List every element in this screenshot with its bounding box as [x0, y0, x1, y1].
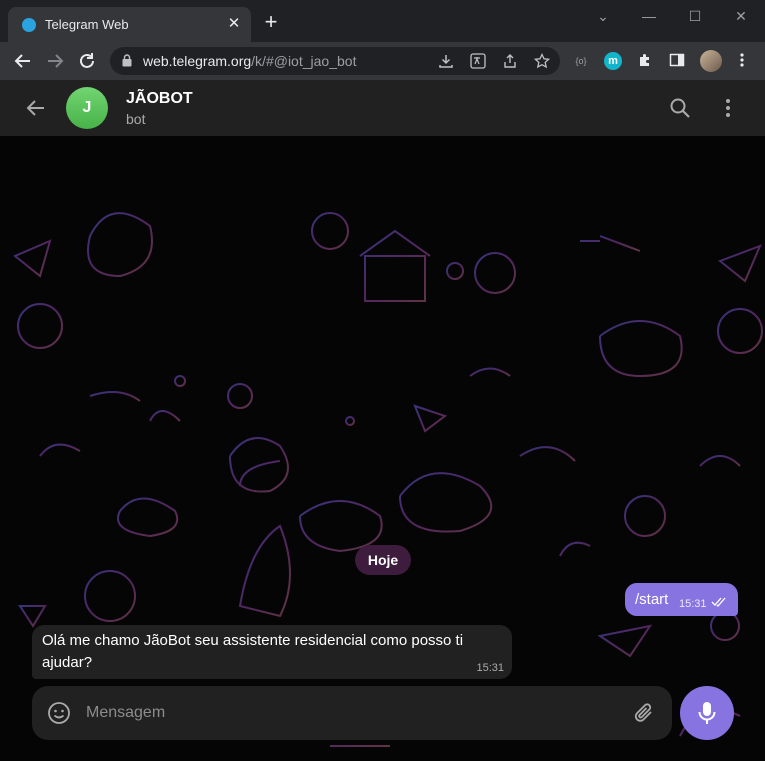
message-text: /start — [635, 591, 669, 608]
chat-background: Hoje /start 15:31 Olá me chamo JãoBot se… — [0, 136, 765, 761]
search-icon[interactable] — [668, 96, 692, 120]
extension-generic-icon[interactable]: {o} — [572, 52, 590, 70]
menu-kebab-icon[interactable] — [733, 52, 751, 70]
bookmark-star-icon[interactable] — [533, 52, 551, 69]
close-window-button[interactable]: ✕ — [730, 6, 752, 26]
message-input[interactable] — [86, 698, 606, 728]
message-composer — [32, 686, 672, 740]
reload-icon[interactable] — [76, 50, 98, 72]
tab-close-icon[interactable]: ✕ — [226, 16, 242, 32]
extension-m-icon[interactable]: m — [604, 52, 622, 70]
new-tab-button[interactable]: + — [262, 11, 280, 33]
chat-header: J JÃOBOT bot — [0, 80, 765, 136]
message-text: Olá me chamo JãoBot seu assistente resid… — [42, 632, 464, 671]
emoji-icon[interactable] — [47, 701, 71, 725]
minimize-button[interactable]: — — [638, 6, 660, 26]
lock-icon[interactable] — [122, 54, 132, 67]
share-icon[interactable] — [502, 53, 518, 69]
back-arrow-icon[interactable] — [24, 96, 48, 120]
url-text[interactable]: web.telegram.org/k/#@iot_jao_bot — [143, 53, 356, 69]
message-time: 15:31 — [476, 662, 504, 674]
double-check-read-icon — [711, 597, 726, 607]
date-separator: Hoje — [355, 545, 411, 575]
voice-record-button[interactable] — [680, 686, 734, 740]
browser-tab[interactable]: Telegram Web ✕ — [8, 7, 251, 42]
outgoing-message[interactable]: /start 15:31 — [625, 583, 738, 616]
chat-title[interactable]: JÃOBOT — [126, 90, 193, 108]
install-icon[interactable] — [438, 53, 454, 69]
attach-paperclip-icon[interactable] — [632, 701, 656, 725]
url-path: /k/#@iot_jao_bot — [251, 53, 357, 69]
telegram-favicon-icon — [22, 18, 36, 32]
translate-icon[interactable] — [470, 53, 486, 69]
microphone-icon — [698, 702, 716, 724]
profile-avatar[interactable] — [700, 50, 722, 72]
browser-toolbar: web.telegram.org/k/#@iot_jao_bot {o} m — [0, 42, 765, 80]
chat-avatar[interactable]: J — [66, 87, 108, 129]
tab-search-dropdown-icon[interactable]: ⌄ — [592, 6, 614, 26]
incoming-message[interactable]: Olá me chamo JãoBot seu assistente resid… — [32, 625, 512, 679]
message-time: 15:31 — [679, 598, 707, 610]
tab-title: Telegram Web — [45, 17, 129, 32]
forward-icon[interactable] — [44, 50, 66, 72]
address-bar[interactable]: web.telegram.org/k/#@iot_jao_bot — [110, 47, 560, 75]
sidepanel-icon[interactable] — [668, 52, 686, 70]
browser-tab-bar: Telegram Web ✕ + ⌄ — ☐ ✕ — [0, 0, 765, 42]
back-icon[interactable] — [12, 50, 34, 72]
more-options-icon[interactable] — [716, 96, 740, 120]
chat-status: bot — [126, 111, 146, 127]
url-host: web.telegram.org — [143, 53, 252, 69]
maximize-button[interactable]: ☐ — [684, 6, 706, 26]
puzzle-icon[interactable] — [636, 52, 654, 70]
